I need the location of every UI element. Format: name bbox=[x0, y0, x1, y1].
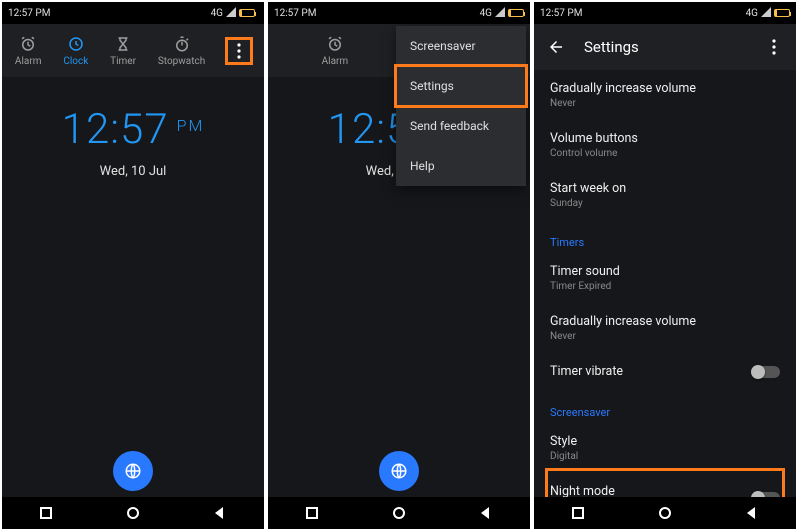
status-right: 4G bbox=[746, 7, 790, 20]
phone-1: 12:57 PM 4G 15 Alarm Clock Timer Stopwat… bbox=[2, 2, 264, 529]
tab-alarm[interactable]: Alarm bbox=[322, 35, 349, 67]
clock-time: 12:57 PM bbox=[62, 105, 205, 154]
row-volume-buttons[interactable]: Volume buttons Control volume bbox=[550, 120, 780, 170]
more-menu-button[interactable] bbox=[227, 39, 251, 63]
status-bar: 12:57 PM 4G 15 bbox=[2, 2, 264, 24]
status-time: 12:57 PM bbox=[8, 8, 50, 19]
alarm-icon bbox=[326, 35, 344, 53]
nav-recents[interactable] bbox=[304, 505, 320, 521]
row-sub: Timer Expired bbox=[550, 281, 780, 292]
settings-header: Settings bbox=[534, 24, 796, 70]
settings-list[interactable]: Gradually increase volume Never Volume b… bbox=[534, 70, 796, 497]
tab-alarm-label: Alarm bbox=[322, 56, 349, 67]
clock-tabs: Alarm Clock Timer Stopwatch bbox=[2, 24, 264, 77]
settings-title: Settings bbox=[584, 38, 639, 56]
status-right: 4G 15 bbox=[211, 7, 258, 20]
section-timers: Timers bbox=[550, 220, 780, 253]
tab-timer[interactable]: Timer bbox=[110, 35, 136, 67]
nav-bar bbox=[534, 497, 796, 529]
globe-icon bbox=[124, 462, 142, 480]
nav-recents[interactable] bbox=[570, 505, 586, 521]
row-style[interactable]: Style Digital bbox=[550, 423, 780, 473]
status-right: 4G bbox=[480, 7, 524, 20]
row-night-mode[interactable]: Night mode Very dim display (for dark ro… bbox=[550, 473, 780, 497]
row-title: Gradually increase volume bbox=[550, 81, 780, 96]
settings-more-button[interactable] bbox=[762, 35, 786, 59]
section-screensaver: Screensaver bbox=[550, 390, 780, 423]
row-title: Night mode bbox=[550, 484, 780, 497]
nav-home[interactable] bbox=[657, 505, 673, 521]
menu-feedback[interactable]: Send feedback bbox=[396, 106, 526, 146]
net-label: 4G bbox=[211, 8, 223, 19]
status-time: 12:57 PM bbox=[540, 8, 582, 19]
globe-icon bbox=[390, 462, 408, 480]
tab-clock-label: Clock bbox=[63, 56, 88, 67]
tab-stopwatch[interactable]: Stopwatch bbox=[158, 35, 205, 67]
row-title: Timer vibrate bbox=[550, 364, 780, 379]
tab-timer-label: Timer bbox=[110, 56, 136, 67]
nav-home[interactable] bbox=[391, 505, 407, 521]
row-title: Start week on bbox=[550, 181, 780, 196]
toggle-timer-vibrate[interactable] bbox=[752, 366, 780, 378]
menu-help[interactable]: Help bbox=[396, 146, 526, 186]
row-sub: Never bbox=[550, 331, 780, 342]
tab-alarm[interactable]: Alarm bbox=[15, 35, 42, 67]
row-sub: Never bbox=[550, 98, 780, 109]
clock-date: Wed, 10 Jul bbox=[100, 164, 167, 179]
nav-home[interactable] bbox=[125, 505, 141, 521]
row-title: Timer sound bbox=[550, 264, 780, 279]
more-vert-icon bbox=[772, 39, 776, 55]
toggle-night-mode[interactable] bbox=[752, 492, 780, 497]
more-vert-icon bbox=[237, 43, 241, 59]
nav-back[interactable] bbox=[744, 505, 760, 521]
time-digits: 12:57 bbox=[62, 105, 169, 154]
signal-icon bbox=[495, 7, 505, 20]
net-label: 4G bbox=[480, 8, 492, 19]
row-title: Gradually increase volume bbox=[550, 314, 780, 329]
row-title: Style bbox=[550, 434, 780, 449]
nav-back[interactable] bbox=[212, 505, 228, 521]
menu-screensaver[interactable]: Screensaver bbox=[396, 26, 526, 66]
row-timer-vibrate[interactable]: Timer vibrate bbox=[550, 353, 780, 390]
net-label: 4G bbox=[746, 8, 758, 19]
nav-recents[interactable] bbox=[38, 505, 54, 521]
row-timer-grad[interactable]: Gradually increase volume Never bbox=[550, 303, 780, 353]
phone-3: 12:57 PM 4G Settings Gradually increase … bbox=[534, 2, 796, 529]
stopwatch-icon bbox=[173, 35, 191, 53]
row-grad-volume[interactable]: Gradually increase volume Never bbox=[550, 70, 780, 120]
battery-icon bbox=[508, 9, 524, 17]
row-sub: Digital bbox=[550, 451, 780, 462]
nav-bar bbox=[2, 497, 264, 529]
fab-world-clock[interactable] bbox=[113, 451, 153, 491]
nav-back[interactable] bbox=[478, 505, 494, 521]
overflow-menu: Screensaver Settings Send feedback Help bbox=[396, 26, 526, 186]
battery-icon bbox=[239, 9, 255, 17]
tab-alarm-label: Alarm bbox=[15, 56, 42, 67]
phone-2: 12:57 PM 4G Alarm Clock 12:57PM Wed, 10 … bbox=[268, 2, 530, 529]
alarm-icon bbox=[19, 35, 37, 53]
signal-icon bbox=[226, 7, 236, 20]
status-time: 12:57 PM bbox=[274, 8, 316, 19]
back-arrow-icon bbox=[547, 38, 565, 56]
timer-icon bbox=[114, 35, 132, 53]
row-title: Volume buttons bbox=[550, 131, 780, 146]
tab-clock[interactable]: Clock bbox=[63, 35, 88, 67]
clock-icon bbox=[67, 35, 85, 53]
tab-stopwatch-label: Stopwatch bbox=[158, 56, 205, 67]
status-bar: 12:57 PM 4G bbox=[534, 2, 796, 24]
status-bar: 12:57 PM 4G bbox=[268, 2, 530, 24]
row-timer-sound[interactable]: Timer sound Timer Expired bbox=[550, 253, 780, 303]
row-sub: Sunday bbox=[550, 198, 780, 209]
nav-bar bbox=[268, 497, 530, 529]
battery-icon bbox=[774, 9, 790, 17]
row-start-week[interactable]: Start week on Sunday bbox=[550, 170, 780, 220]
clock-face: 12:57 PM Wed, 10 Jul bbox=[2, 77, 264, 497]
back-button[interactable] bbox=[544, 35, 568, 59]
menu-settings[interactable]: Settings bbox=[396, 66, 526, 106]
fab-world-clock[interactable] bbox=[379, 451, 419, 491]
signal-icon bbox=[761, 7, 771, 20]
time-ampm: PM bbox=[177, 116, 205, 135]
row-sub: Control volume bbox=[550, 148, 780, 159]
